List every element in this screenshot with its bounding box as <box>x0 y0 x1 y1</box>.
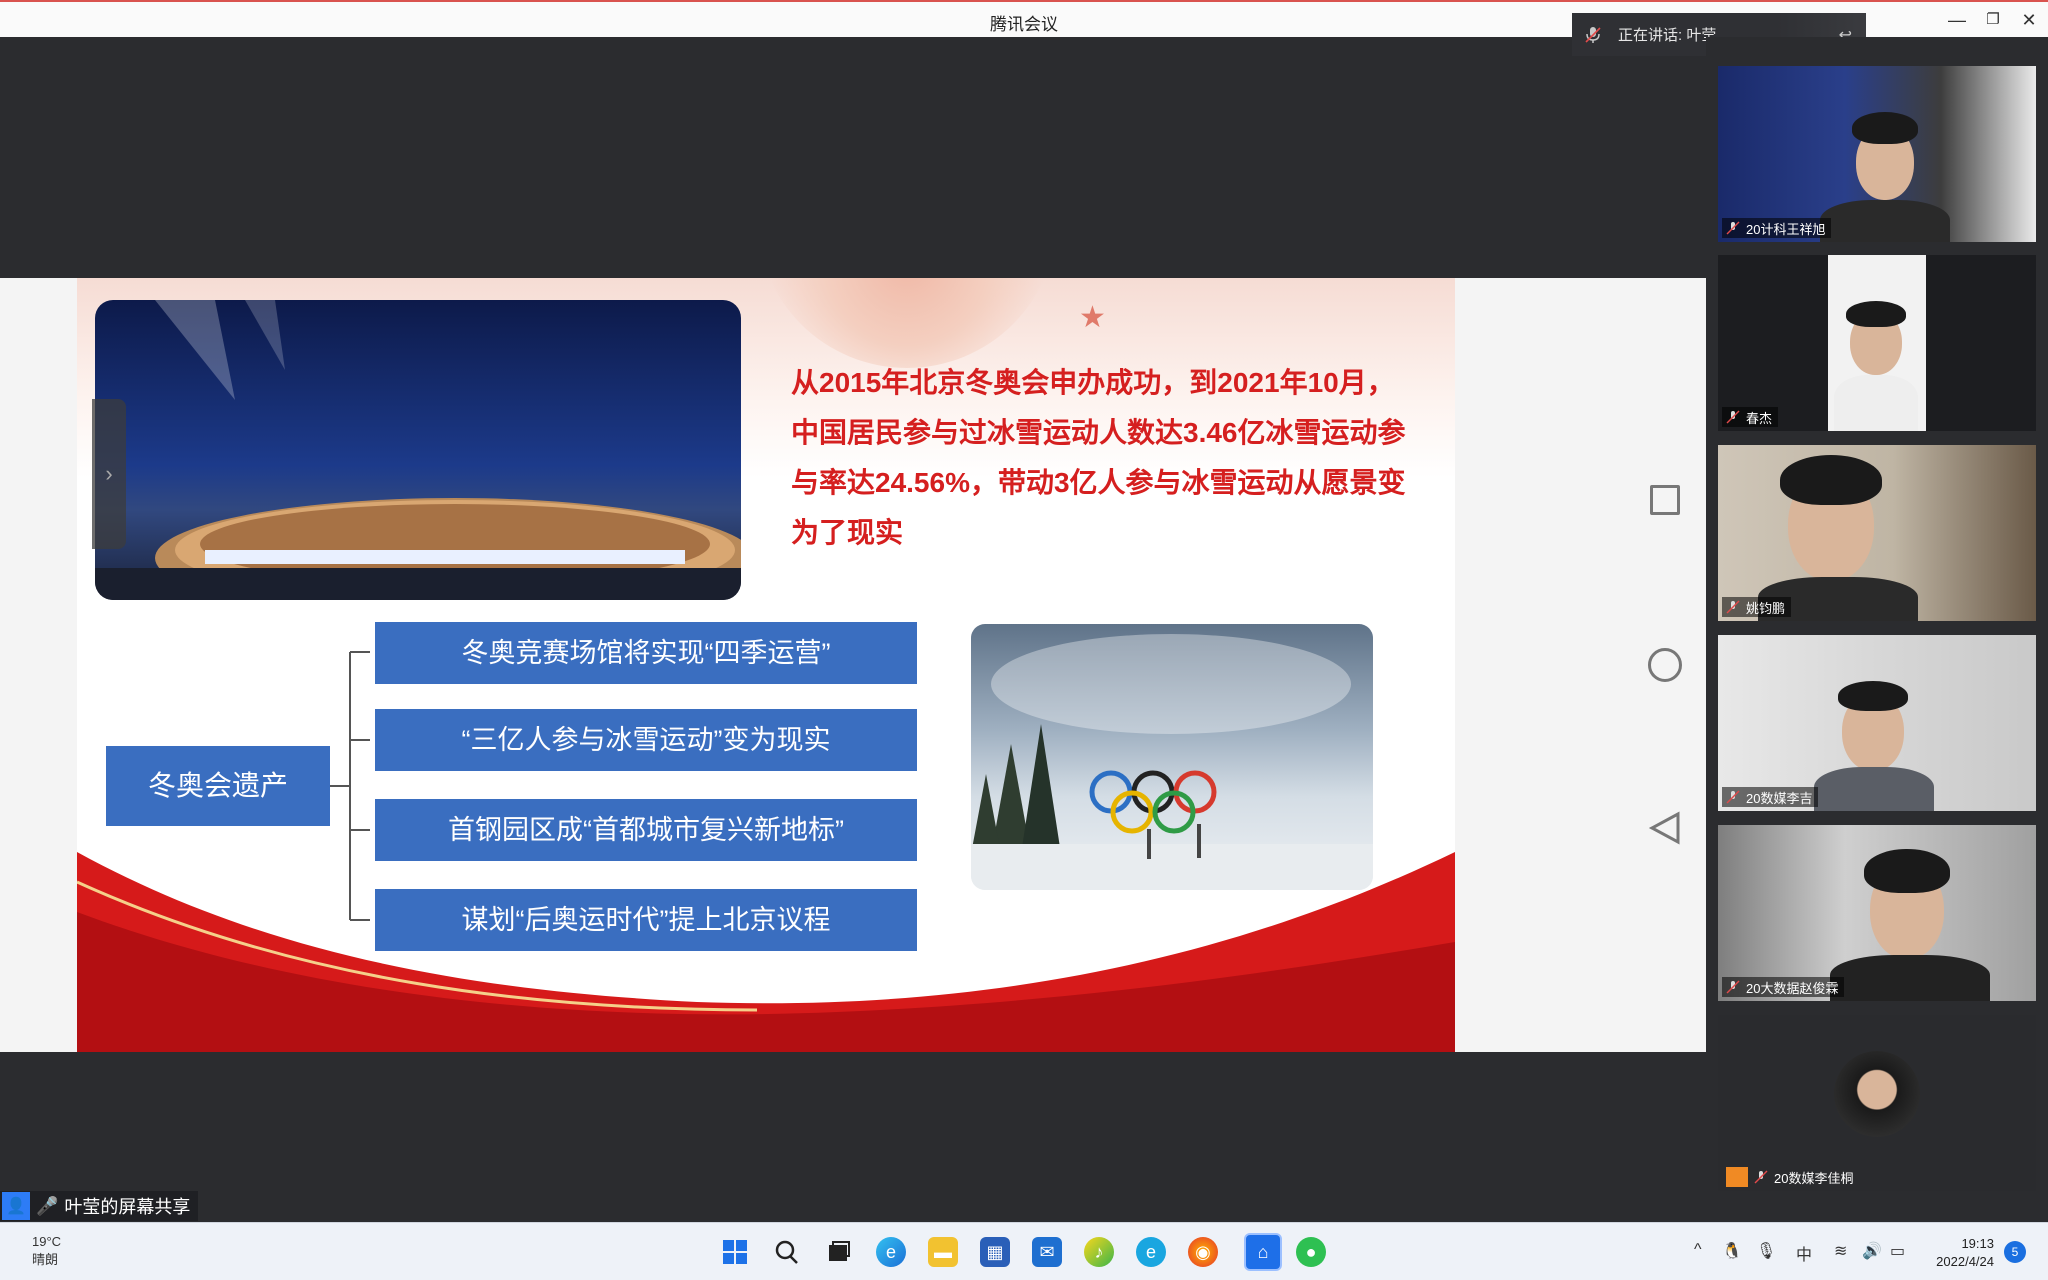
slide-headline: 从2015年北京冬奥会申办成功，到2021年10月，中国居民参与过冰雪运动人数达… <box>791 367 1406 548</box>
microphone-icon[interactable]: 🎙 <box>1756 1241 1776 1261</box>
participant-name: 20数媒李佳桐 <box>1774 1170 1854 1186</box>
mail-icon[interactable]: ✉ <box>1032 1237 1062 1267</box>
screen-share-owner-label: 👤 🎤 叶莹的屏幕共享 <box>0 1191 199 1221</box>
participant-name: 春杰 <box>1746 410 1773 426</box>
android-home-button[interactable] <box>1648 648 1682 682</box>
store-icon[interactable]: ▦ <box>980 1237 1010 1267</box>
participant-tile[interactable]: 20大数据赵俊霖 <box>1718 825 2036 1001</box>
battery-icon[interactable]: ▭ <box>1890 1241 1905 1261</box>
microphone-muted-icon <box>1754 1170 1768 1184</box>
wifi-icon[interactable]: ≋ <box>1834 1241 1847 1261</box>
participant-name: 20数媒李吉 <box>1746 790 1813 806</box>
share-mic-icon: 🎤 <box>36 1195 59 1216</box>
start-icon[interactable] <box>720 1237 750 1267</box>
close-button[interactable]: ✕ <box>2014 8 2044 32</box>
ime-indicator[interactable]: 中 <box>1796 1241 1812 1265</box>
clock-time: 19:13 <box>1961 1236 1994 1251</box>
wechat-icon[interactable]: ● <box>1296 1237 1326 1267</box>
taskbar: 19°C 晴朗 e ▬ ▦ ✉ ♪ e ◉ ⌂ ● ^ 🐧 🎙 中 ≋ 🔊 ▭ … <box>0 1222 2048 1280</box>
weather-widget[interactable]: 19°C 晴朗 <box>32 1233 61 1269</box>
side-expand-handle[interactable]: › <box>92 399 126 549</box>
microphone-muted-icon <box>1726 790 1740 804</box>
avatar <box>1834 1051 1920 1137</box>
task-view-icon[interactable] <box>824 1237 854 1267</box>
microphone-muted-icon <box>1726 600 1740 614</box>
microphone-muted-icon <box>1726 410 1740 424</box>
show-hidden-icons-icon[interactable]: ^ <box>1694 1241 1702 1259</box>
participant-name: 20计科王祥旭 <box>1746 221 1826 237</box>
firefox-icon[interactable]: ◉ <box>1188 1237 1218 1267</box>
participant-name: 姚钧鹏 <box>1746 600 1786 616</box>
microphone-muted-icon <box>1726 221 1740 235</box>
clock-date: 2022/4/24 <box>1936 1254 1994 1269</box>
stadium-image <box>95 300 741 600</box>
search-icon[interactable] <box>772 1237 802 1267</box>
restore-button[interactable]: ❐ <box>1978 8 2008 32</box>
qq-icon[interactable]: 🐧 <box>1722 1241 1742 1261</box>
legacy-item: 冬奥竞赛场馆将实现“四季运营” <box>375 622 917 684</box>
edge-browser-icon[interactable]: e <box>876 1237 906 1267</box>
star-icon: ★ <box>1079 301 1106 334</box>
legacy-item: “三亿人参与冰雪运动”变为现实 <box>375 709 917 771</box>
volume-icon[interactable]: 🔊 <box>1862 1241 1882 1261</box>
screen-share-area: ★ 从2015年北京冬奥会申办成功，到2021年10月，中国居民参与过冰雪运动人… <box>0 37 1706 1222</box>
participant-tile[interactable]: 20数媒李吉 <box>1718 635 2036 811</box>
music-app-icon[interactable]: ♪ <box>1084 1237 1114 1267</box>
weather-desc: 晴朗 <box>32 1252 59 1267</box>
microphone-muted-icon <box>1726 980 1740 994</box>
share-owner-text: 叶莹的屏幕共享 <box>64 1197 191 1217</box>
android-recents-button[interactable] <box>1650 485 1680 515</box>
participant-tile[interactable]: 20数媒李佳桐 <box>1718 1015 2036 1191</box>
presentation-slide: ★ 从2015年北京冬奥会申办成功，到2021年10月，中国居民参与过冰雪运动人… <box>77 278 1455 1052</box>
participant-tile[interactable]: 20计科王祥旭 <box>1718 66 2036 242</box>
red-wave-decoration <box>77 852 1455 1052</box>
user-icon: 👤 <box>2 1192 30 1220</box>
ie-browser-icon[interactable]: e <box>1136 1237 1166 1267</box>
clock[interactable]: 19:13 2022/4/24 <box>1926 1235 1994 1271</box>
weather-temp: 19°C <box>32 1234 62 1249</box>
olympic-rings-image <box>971 624 1373 890</box>
user-icon <box>1726 1167 1748 1187</box>
participant-name: 20大数据赵俊霖 <box>1746 980 1839 996</box>
tencent-meeting-icon[interactable]: ⌂ <box>1244 1233 1282 1271</box>
android-back-button[interactable] <box>1648 811 1682 845</box>
microphone-icon <box>1585 26 1601 43</box>
minimize-button[interactable]: — <box>1942 8 1972 32</box>
participant-tile[interactable]: 春杰 <box>1718 255 2036 431</box>
notification-badge[interactable]: 5 <box>2004 1241 2026 1263</box>
legacy-title-box: 冬奥会遗产 <box>106 746 330 826</box>
participant-tile[interactable]: 姚钧鹏 <box>1718 445 2036 621</box>
speaking-label: 正在讲话: 叶莹 <box>1618 27 1717 44</box>
file-explorer-icon[interactable]: ▬ <box>928 1237 958 1267</box>
